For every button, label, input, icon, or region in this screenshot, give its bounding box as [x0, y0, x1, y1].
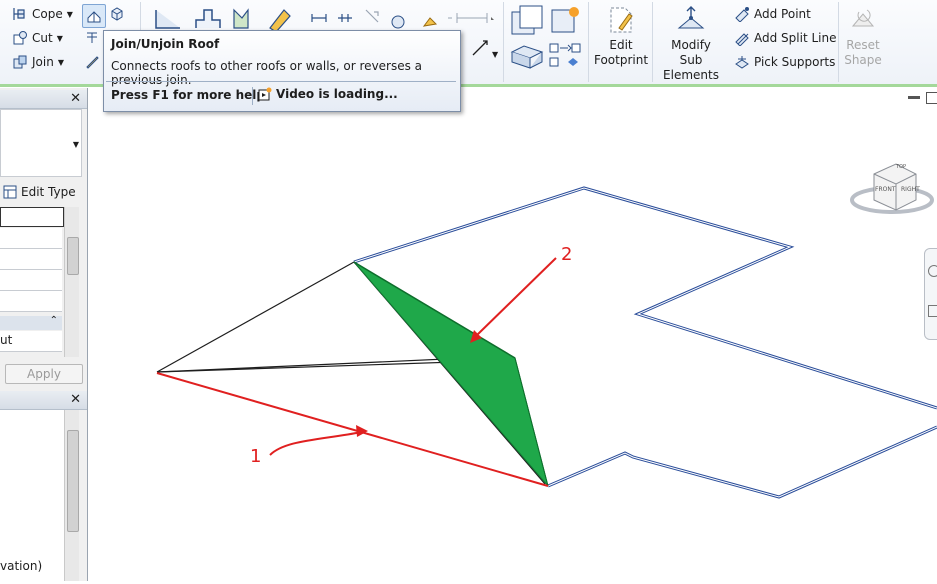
property-row [0, 291, 62, 312]
property-group-header[interactable]: ⌃ [0, 315, 62, 330]
properties-panel-header: ✕ [0, 90, 87, 109]
override-graphics-button[interactable] [548, 4, 582, 41]
project-browser-header: ✕ [0, 391, 87, 410]
graphics-override-icon [551, 7, 579, 33]
tooltip-divider [252, 87, 253, 105]
edit-type-icon [3, 185, 17, 199]
tooltip-join-unjoin-roof: Join/Unjoin Roof Connects roofs to other… [103, 30, 461, 112]
properties-scrollbar[interactable] [64, 207, 79, 357]
tooltip-video: Video is loading... [258, 87, 398, 101]
tooltip-divider [106, 81, 456, 82]
parts-icon [549, 43, 581, 67]
steering-wheel-icon[interactable] [928, 265, 937, 277]
reset-shape-icon [851, 9, 875, 27]
measure-icon [472, 40, 488, 56]
dropdown-arrow-icon: ▼ [56, 33, 63, 43]
video-icon [258, 87, 272, 101]
pick-supports-icon [735, 56, 749, 69]
edit-type-button[interactable]: Edit Type [2, 184, 76, 200]
modify-sub-elements-icon [677, 6, 705, 29]
add-split-line-icon [735, 33, 749, 46]
paint-button[interactable] [84, 54, 100, 73]
collapse-icon: ⌃ [49, 315, 58, 326]
cope-icon [13, 8, 25, 20]
property-row [0, 249, 62, 270]
property-row: ut [0, 331, 62, 352]
apply-button[interactable]: Apply [5, 364, 83, 384]
ribbon-separator [588, 2, 589, 82]
property-row [0, 228, 62, 249]
scrollbar-thumb[interactable] [67, 237, 79, 275]
reset-shape-button[interactable]: Reset Shape [840, 0, 886, 72]
measure-button[interactable] [470, 38, 490, 58]
cut-icon [13, 31, 27, 45]
join-button[interactable]: Join ▼ [12, 52, 64, 72]
create-parts-button[interactable] [548, 42, 582, 73]
dropdown-arrow-icon: ▼ [57, 57, 64, 67]
callout-arrow-1 [269, 431, 363, 456]
split-face-button[interactable] [84, 30, 100, 49]
close-icon[interactable]: ✕ [70, 91, 81, 106]
add-point-icon [735, 7, 749, 22]
view-box-icon [511, 5, 543, 35]
browser-scrollbar[interactable] [64, 410, 79, 581]
callout-label-2: 2 [561, 244, 573, 265]
dropdown-arrow-icon: ▼ [66, 9, 73, 19]
drawing-area[interactable]: 1 2 TOP FRONT RIGHT [88, 88, 937, 581]
restore-icon[interactable] [926, 92, 937, 104]
paint-icon [86, 56, 99, 69]
cut-button[interactable]: Cut ▼ [12, 28, 63, 48]
align-dimension-button[interactable] [455, 10, 495, 26]
edit-footprint-button[interactable]: Edit Footprint [592, 0, 650, 72]
property-row [0, 270, 62, 291]
property-field[interactable] [0, 207, 64, 227]
minimize-icon[interactable] [908, 96, 920, 99]
tooltip-help-text: Press F1 for more help [111, 88, 265, 102]
viewcube[interactable]: TOP FRONT RIGHT [848, 158, 937, 218]
split-icon [87, 32, 97, 43]
zoom-icon[interactable] [928, 305, 937, 317]
ribbon-separator [652, 2, 653, 82]
modify-tools-row [152, 4, 452, 33]
close-icon[interactable]: ✕ [70, 392, 81, 407]
dimension-icon [456, 13, 494, 23]
wall-join-button[interactable] [109, 6, 125, 25]
modify-tools-icons [155, 8, 452, 33]
hide-element-button[interactable] [510, 4, 544, 41]
roof-3d-view [156, 186, 937, 499]
tooltip-title: Join/Unjoin Roof [111, 37, 220, 51]
ribbon-separator [503, 2, 504, 82]
scrollbar-thumb[interactable] [67, 430, 79, 532]
add-split-line-button[interactable]: Add Split Line [734, 28, 836, 48]
dropdown-arrow-icon: ▼ [72, 140, 79, 149]
dropdown-arrow-icon: ▼ [492, 50, 499, 59]
add-point-button[interactable]: Add Point [734, 4, 811, 24]
roof-footprint-outline [353, 186, 937, 410]
callout-arrow-2 [475, 257, 557, 337]
ribbon-separator [838, 2, 839, 82]
cope-button[interactable]: Cope ▼ [12, 4, 73, 24]
project-browser-tree: vation) [0, 410, 64, 581]
tooltip-description: Connects roofs to other roofs or walls, … [111, 59, 423, 87]
join-unjoin-roof-button[interactable] [82, 4, 106, 28]
type-selector[interactable]: ▼ [0, 109, 82, 177]
modify-sub-elements-button[interactable]: Modify Sub Elements [654, 0, 728, 82]
navigation-bar[interactable] [924, 248, 937, 340]
join-roof-icon [87, 11, 101, 23]
create-assembly-button[interactable] [510, 42, 544, 73]
left-panels: ✕ ▼ Edit Type ⌃ ut Apply ✕ vation) [0, 88, 88, 581]
callout-label-1: 1 [250, 446, 262, 467]
pick-supports-button[interactable]: Pick Supports [734, 52, 835, 72]
assembly-icon [510, 45, 544, 69]
edit-footprint-icon [610, 7, 633, 33]
cube-outline-icon [111, 7, 123, 21]
join-icon [13, 55, 27, 69]
